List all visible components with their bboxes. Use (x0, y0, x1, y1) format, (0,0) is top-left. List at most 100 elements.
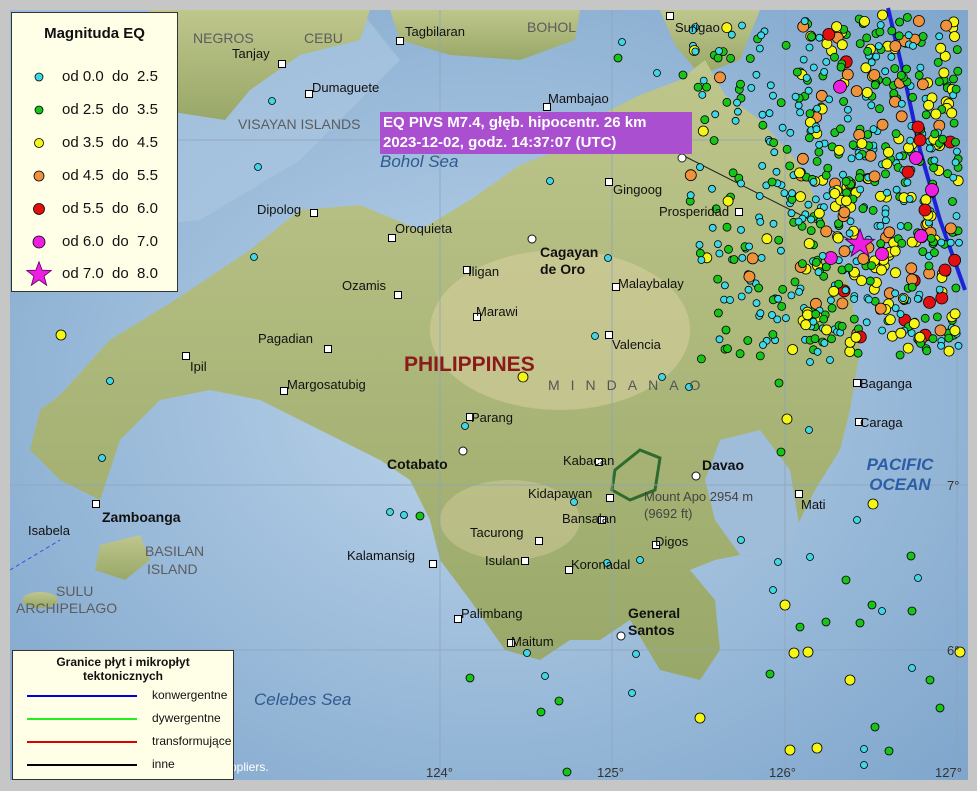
magnitude-legend: Magnituda EQ od 0.0 do 2.5 od 2.5 do 3.5… (11, 12, 178, 292)
sea-label: Celebes Sea (254, 690, 352, 709)
earthquake-point (856, 185, 865, 194)
earthquake-point (864, 149, 877, 162)
earthquake-point (895, 110, 908, 123)
earthquake-point (906, 551, 916, 561)
earthquake-point (887, 53, 896, 61)
earthquake-point (856, 138, 868, 149)
earthquake-point (546, 177, 554, 185)
earthquake-point (895, 152, 904, 161)
earthquake-point (774, 378, 784, 388)
earthquake-point (860, 745, 868, 753)
earthquake-point (899, 294, 908, 303)
earthquake-point (883, 188, 891, 197)
town-marker (394, 291, 402, 299)
earthquake-point (774, 558, 782, 566)
ocean-label-line: PACIFIC (866, 455, 934, 474)
earthquake-point (726, 53, 735, 63)
earthquake-point (918, 32, 928, 41)
earthquake-point (882, 216, 890, 225)
place-label: Surigao (675, 20, 720, 35)
place-label: Margosatubig (287, 377, 366, 392)
earthquake-point (618, 38, 626, 46)
place-label: Tagbilaran (405, 24, 465, 39)
earthquake-point (795, 287, 803, 296)
earthquake-point (769, 91, 777, 100)
earthquake-point (636, 556, 644, 564)
earthquake-point (754, 283, 763, 293)
plate-boundary-legend: Granice płyt i mikropłyt tektonicznych k… (12, 650, 234, 780)
earthquake-point (465, 673, 475, 683)
earthquake-point (400, 511, 408, 519)
earthquake-point (828, 285, 840, 297)
earthquake-point (755, 44, 764, 53)
region-label: ARCHIPELAGO (16, 600, 118, 616)
earthquake-point (809, 177, 818, 186)
earthquake-point (948, 253, 961, 267)
legend-symbol-icon (34, 72, 44, 82)
place-label: Malaybalay (618, 276, 684, 291)
earthquake-point (923, 295, 936, 309)
place-label-major: Cagayan (540, 244, 599, 260)
earthquake-point (785, 161, 795, 171)
earthquake-point (881, 169, 890, 179)
earthquake-point (938, 134, 948, 144)
earthquake-point (863, 46, 873, 56)
earthquake-point (804, 200, 813, 209)
ocean-label: PACIFIC OCEAN (858, 455, 942, 495)
earthquake-point (714, 308, 723, 318)
earthquake-point (818, 251, 827, 260)
earthquake-point (951, 137, 960, 147)
earthquake-point (678, 70, 688, 80)
earthquake-point (653, 69, 661, 77)
earthquake-point (920, 313, 930, 323)
earthquake-point (821, 170, 831, 180)
earthquake-point (844, 105, 852, 114)
earthquake-point (98, 454, 106, 462)
earthquake-point (106, 377, 114, 385)
earthquake-point (937, 238, 946, 247)
magnitude-legend-title: Magnituda EQ (44, 25, 145, 42)
earthquake-point (913, 133, 927, 147)
earthquake-point (844, 346, 856, 357)
earthquake-point (715, 249, 724, 258)
earthquake-point (811, 309, 821, 319)
earthquake-point (926, 233, 936, 243)
earthquake-point (850, 85, 863, 97)
earthquake-point (787, 209, 796, 218)
earthquake-point (955, 238, 963, 247)
legend-label: od 0.0 do 2.5 (62, 68, 158, 85)
earthquake-point (890, 267, 901, 279)
earthquake-point (850, 295, 858, 303)
earthquake-point (813, 347, 822, 356)
earthquake-point (809, 317, 818, 326)
legend-item: od 7.0 do 8.0 (26, 261, 175, 287)
earthquake-point (745, 242, 753, 251)
place-label: Mambajao (548, 91, 609, 106)
earthquake-point (884, 314, 896, 326)
plate-legend-item: konwergentne (27, 687, 227, 707)
place-label-major: Zamboanga (102, 509, 181, 525)
earthquake-point (841, 68, 854, 81)
earthquake-point (697, 125, 709, 137)
town-marker (606, 494, 614, 502)
earthquake-point (895, 17, 904, 27)
earthquake-point (254, 163, 262, 171)
longitude-label: 127° (935, 765, 962, 780)
earthquake-point (940, 19, 953, 32)
earthquake-point (766, 81, 775, 90)
earthquake-point (794, 217, 803, 226)
town-marker (310, 209, 318, 217)
town-marker (429, 560, 437, 568)
earthquake-point (772, 167, 781, 176)
earthquake-point (861, 87, 873, 98)
place-label: Prosperidad (659, 204, 730, 219)
earthquake-point (868, 170, 881, 183)
earthquake-point (721, 281, 729, 290)
earthquake-point (843, 114, 852, 123)
earthquake-point (925, 675, 935, 685)
earthquake-point (922, 346, 932, 356)
earthquake-point (876, 118, 889, 131)
earthquake-point (935, 42, 947, 54)
earthquake-point (923, 99, 934, 111)
earthquake-point (954, 341, 963, 350)
